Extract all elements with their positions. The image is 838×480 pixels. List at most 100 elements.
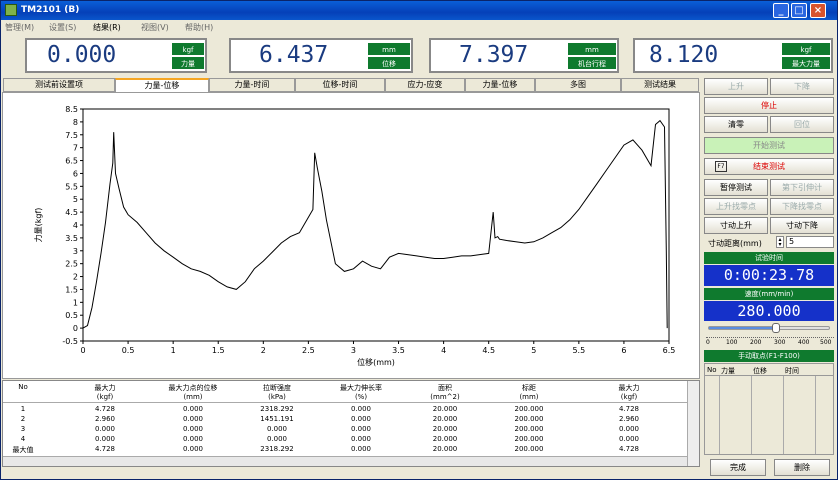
max-force-unit: kgf [781, 42, 831, 56]
table-cell: 4.728 [618, 405, 640, 413]
table-header-cell: 最大力伸长率 (%) [340, 384, 382, 401]
slider-tick-label: 300 [774, 339, 786, 346]
delete-point-button[interactable]: 删除 [774, 459, 830, 476]
x-tick-label: 3.5 [392, 346, 405, 355]
end-test-button[interactable]: F7 结束测试 [704, 158, 834, 175]
table-header-cell: 拉断强度 (kPa) [263, 384, 291, 401]
table-cell: 0.000 [350, 415, 372, 423]
menu-bar: 管理(M) 设置(S) 结果(R) 视图(V) 帮助(H) [1, 20, 837, 34]
window-title: TM2101 (B) [21, 5, 80, 15]
slider-tick-label: 500 [820, 339, 832, 346]
x-tick-label: 2 [261, 346, 266, 355]
table-cell: 20.000 [432, 415, 458, 423]
table-row[interactable]: 4 0.000 0.000 0.000 0.000 20.000 200.000 0.000 [3, 435, 687, 445]
table-row[interactable]: 2 2.960 0.000 1451.191 0.000 20.000 200.000 2.9… [3, 415, 687, 425]
y-tick-label: 7 [73, 144, 78, 153]
next-extensometer-button[interactable]: 第下引伸计 [770, 179, 834, 196]
menu-help[interactable]: 帮助(H) [185, 22, 213, 33]
jog-down-button[interactable]: 寸动下降 [770, 217, 834, 234]
x-tick-label: 1.5 [212, 346, 225, 355]
table-horizontal-scrollbar[interactable] [3, 456, 687, 466]
table-cell: 0.000 [350, 435, 372, 443]
up-button[interactable]: 上升 [704, 78, 768, 95]
minimize-button[interactable]: _ [773, 3, 789, 18]
tab-test-results[interactable]: 测试结果 [621, 78, 699, 92]
points-col-divider [751, 376, 752, 454]
slider-tick-marks [706, 334, 834, 338]
jog-up-button[interactable]: 寸动上升 [704, 217, 768, 234]
tab-force-displacement[interactable]: 力量-位移 [115, 78, 209, 93]
table-cell: 0.000 [182, 425, 204, 433]
table-header-cell: 最大力 (kgf) [94, 384, 116, 401]
displacement-unit: mm [367, 42, 411, 56]
down-button[interactable]: 下降 [770, 78, 834, 95]
x-tick-label: 5.5 [572, 346, 585, 355]
stop-button[interactable]: 停止 [704, 97, 834, 114]
table-row[interactable]: 1 4.728 0.000 2318.292 0.000 20.000 200.000 4.7… [3, 405, 687, 415]
points-col-divider [815, 376, 816, 454]
speed-slider-fill [709, 327, 777, 329]
pause-test-button[interactable]: 暂停测试 [704, 179, 768, 196]
table-cell: 最大值 [12, 446, 34, 454]
down-seek-zero-button[interactable]: 下降找零点 [770, 198, 834, 215]
y-tick-label: 6 [73, 169, 78, 178]
table-cell: 0.000 [182, 415, 204, 423]
x-tick-label: 3 [351, 346, 356, 355]
points-table-header: No 力量 位移 时间 [705, 364, 833, 376]
x-axis-label: 位移(mm) [357, 357, 395, 367]
travel-readout: 7.397 mm 机台行程 [429, 38, 619, 73]
test-time-label: 试验时间 [704, 252, 834, 264]
table-cell: 20.000 [432, 435, 458, 443]
close-button[interactable]: × [810, 3, 826, 18]
y-tick-label: 0.5 [65, 311, 78, 320]
speed-label: 速度(mm/min) [704, 288, 834, 300]
speed-slider-thumb[interactable] [772, 323, 781, 333]
table-vertical-scrollbar[interactable] [687, 381, 699, 466]
tab-force-displacement-2[interactable]: 力量-位移 [465, 78, 535, 92]
manual-points-label: 手动取点(F1-F100) [704, 350, 834, 362]
maximize-button[interactable]: □ [791, 3, 807, 18]
home-button[interactable]: 回位 [770, 116, 834, 133]
displacement-readout: 6.437 mm 位移 [229, 38, 413, 73]
table-cell: 2318.292 [260, 445, 294, 453]
y-tick-label: 1 [73, 298, 78, 307]
table-row[interactable]: 3 0.000 0.000 0.000 0.000 20.000 200.000 0.000 [3, 425, 687, 435]
y-tick-label: 8 [73, 118, 78, 127]
max-force-readout: 8.120 kgf 最大力量 [633, 38, 833, 73]
displacement-label: 位移 [367, 56, 411, 70]
tab-displacement-time[interactable]: 位移-时间 [295, 78, 385, 92]
slider-tick-label: 200 [750, 339, 762, 346]
jog-distance-input[interactable]: 5 [786, 236, 834, 248]
tab-multi-chart[interactable]: 多图 [535, 78, 621, 92]
table-cell: 20.000 [432, 425, 458, 433]
menu-manage[interactable]: 管理(M) [5, 22, 34, 33]
tab-force-time[interactable]: 力量-时间 [209, 78, 295, 92]
table-cell: 1 [20, 405, 26, 413]
menu-view[interactable]: 视图(V) [141, 22, 169, 33]
tab-bar: 测试前设置项 力量-位移 力量-时间 位移-时间 应力-应变 力量-位移 多图 … [1, 78, 701, 93]
menu-results[interactable]: 结果(R) [93, 22, 121, 33]
table-cell: 200.000 [514, 415, 544, 423]
table-cell: 200.000 [514, 435, 544, 443]
complete-button[interactable]: 完成 [710, 459, 766, 476]
y-tick-label: 1.5 [65, 285, 78, 294]
start-test-button[interactable]: 开始测试 [704, 137, 834, 154]
clear-button[interactable]: 清零 [704, 116, 768, 133]
table-row[interactable]: 最大值 4.728 0.000 2318.292 0.000 20.000 200.000 4… [3, 445, 687, 455]
tab-pretest-settings[interactable]: 测试前设置项 [3, 78, 115, 92]
menu-settings[interactable]: 设置(S) [49, 22, 76, 33]
x-tick-label: 4 [441, 346, 446, 355]
up-seek-zero-button[interactable]: 上升找零点 [704, 198, 768, 215]
speed-slider-track[interactable] [708, 323, 830, 333]
chart-axes [82, 108, 670, 342]
table-header-cell: 最大力点的位移 (mm) [168, 384, 218, 401]
tab-stress-strain[interactable]: 应力-应变 [385, 78, 465, 92]
control-panel: 上升 下降 停止 清零 回位 开始测试 F7 结束测试 暂停测试 第下引伸计 上… [704, 75, 836, 479]
manual-points-table: No 力量 位移 时间 [704, 363, 834, 455]
travel-label: 机台行程 [567, 56, 617, 70]
y-tick-label: 2.5 [65, 260, 78, 269]
jog-distance-spinner[interactable]: ▴ ▾ [776, 236, 784, 248]
force-label: 力量 [171, 56, 205, 70]
points-col-displacement: 位移 [753, 367, 767, 375]
series-line [82, 119, 668, 329]
